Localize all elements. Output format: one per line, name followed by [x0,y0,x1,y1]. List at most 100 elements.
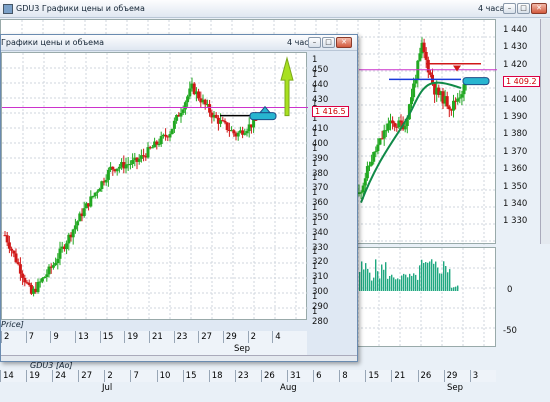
candle-body [365,166,369,179]
volume-bar [379,278,381,291]
candle-body [47,266,51,275]
candle-body [115,168,119,172]
volume-bar [365,263,367,291]
candle-body [76,221,80,226]
front-close-button[interactable]: ✕ [336,37,352,48]
candle-body [128,163,132,165]
date-tick-label: 4 [272,331,297,343]
candle-body [58,248,62,259]
minimize-button[interactable]: – [503,3,516,14]
candle-body [232,130,236,134]
front-horizontal-scrollbar[interactable] [1,355,357,361]
candle-body [403,125,407,130]
volume-bar [399,279,401,291]
price-tick-label: 1 280 [312,306,329,327]
candle-body [54,263,58,266]
date-tick-label: 19 [26,370,52,382]
candle-body [370,161,374,166]
volume-bar [435,261,437,291]
candle-body [150,147,154,149]
volume-bar [415,274,417,291]
volume-bar [385,262,387,291]
back-window-titlebar[interactable]: GDU3 Графики цены и объема 4 часа – □ ✕ [0,0,550,18]
candle-body [43,276,47,279]
price-tick-label: 1 390 [503,112,528,122]
candle-body [462,84,466,95]
volume-bar [437,267,439,291]
front-minimize-button[interactable]: – [308,37,321,48]
price-tick-label: 1 420 [503,59,528,70]
candle-body [12,250,16,254]
candle-body [445,96,449,107]
date-tick-label: 21 [148,331,174,343]
candle-body [183,102,187,110]
date-tick-label: 9 [50,331,75,343]
volume-bar [431,259,433,291]
candle-body [65,243,69,250]
volume-bar [363,269,365,291]
back-window-timeframe: 4 часа [478,4,505,13]
date-tick-label: 7 [130,370,156,382]
date-tick-label: 21 [391,370,417,382]
candle-body [399,120,403,123]
date-tick-label: 15 [182,370,209,382]
candle-body [56,258,60,264]
candle-body [208,104,212,113]
front-current-price: 1 416.5 [312,106,349,117]
front-month-axis: Sep [1,343,307,355]
volume-bar [427,262,429,291]
front-maximize-button[interactable]: □ [322,37,335,48]
candle-body [368,165,371,167]
candle-body [137,158,141,162]
price-tick-label: 1 440 [503,25,528,35]
volume-bar [411,275,413,291]
back-window-title: GDU3 Графики цены и объема [16,4,145,13]
candle-body [45,274,49,277]
candle-body [5,235,9,243]
date-tick-label: 10 [156,370,183,382]
candle-body [93,192,97,197]
volume-bar [453,287,455,291]
candle-body [384,130,388,132]
candle-body [410,97,413,105]
date-tick-label: 26 [417,370,444,382]
candle-body [374,151,378,153]
candle-body [186,96,190,103]
price-tick-label: 1 430 [503,42,528,53]
date-tick-label: 18 [208,370,235,382]
candle-body [414,79,418,84]
candle-body [361,185,365,193]
candle-body [203,99,207,105]
candle-body [172,120,176,129]
candle-body [188,88,192,97]
candle-body [100,181,104,189]
date-tick-label: 19 [124,331,149,343]
candle-body [372,151,376,162]
volume-bar [375,259,377,291]
candle-body [38,281,42,283]
candle-body [214,114,218,118]
candle-body [111,166,115,170]
candle-body [18,264,22,274]
close-button[interactable]: ✕ [531,3,547,14]
candle-body [10,248,14,251]
price-tick-label: 1 370 [503,146,528,157]
candle-body [168,134,172,138]
candle-body [447,106,451,110]
date-tick-label: 7 [25,331,51,343]
candle-body [179,112,183,117]
maximize-button[interactable]: □ [517,3,530,14]
back-price-scrollbar[interactable] [540,19,550,244]
candle-body [380,138,384,140]
candle-body [89,196,93,207]
candle-body [391,120,395,124]
candle-body [104,179,108,183]
candle-body [236,132,240,137]
volume-bar [455,286,457,291]
front-window-titlebar[interactable]: Графики цены и объема 4 часа – □ ✕ [1,35,357,51]
volume-bar [381,264,383,291]
candle-body [98,188,102,192]
candle-body [359,192,363,194]
date-tick-label: 24 [52,370,78,382]
front-price-plot[interactable] [1,52,308,321]
